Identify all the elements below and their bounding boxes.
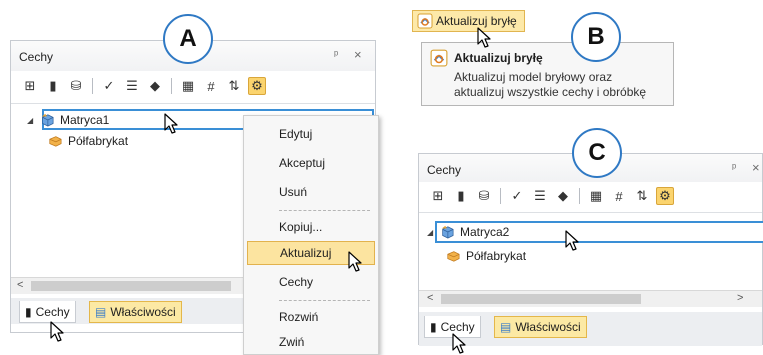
bar-icon[interactable]: ▮ xyxy=(44,77,62,95)
toolbar-divider xyxy=(500,188,501,204)
tab-properties[interactable]: ▤ Właściwości xyxy=(89,301,182,323)
tooltip-line: aktualizuj wszystkie cechy i obróbkę xyxy=(454,85,647,99)
context-menu: Edytuj Akceptuj Usuń Kopiuj... Aktualizu… xyxy=(243,115,379,355)
tab-label: Cechy xyxy=(35,304,70,319)
structure-icon[interactable]: ⊞ xyxy=(21,77,39,95)
toolbar: ⊞ ▮ ⛁ ✓ ☰ ◆ ▦ # ⇅ ⚙ xyxy=(419,183,762,209)
scroll-left-icon[interactable]: < xyxy=(17,279,23,291)
menu-item-edit[interactable]: Edytuj xyxy=(244,122,378,146)
menu-item-expand[interactable]: Rozwiń xyxy=(244,305,378,329)
close-icon[interactable]: × xyxy=(354,47,362,62)
blank-icon xyxy=(49,136,62,147)
blank-icon xyxy=(447,251,460,262)
check-icon[interactable]: ✓ xyxy=(100,77,118,95)
mouse-cursor-icon xyxy=(348,251,362,272)
features-tab-icon: ▮ xyxy=(25,304,32,319)
scroll-left-icon[interactable]: < xyxy=(427,292,433,304)
properties-tab-icon: ▤ xyxy=(95,305,107,319)
toolbar-divider xyxy=(171,78,172,94)
close-icon[interactable]: × xyxy=(752,160,760,175)
hash-icon[interactable]: # xyxy=(610,187,628,205)
check-icon[interactable]: ✓ xyxy=(508,187,526,205)
tree-node-label: Matryca2 xyxy=(460,225,510,239)
tree-node-label: Półfabrykat xyxy=(466,249,527,263)
button-label: Aktualizuj bryłę xyxy=(436,14,517,28)
layers-icon[interactable]: ▦ xyxy=(179,77,197,95)
scroll-right-icon[interactable]: > xyxy=(737,292,743,304)
menu-item-collapse[interactable]: Zwiń xyxy=(244,330,378,354)
tree-node-matryca2[interactable]: ◢ Matryca2 xyxy=(427,223,509,241)
toolbar-divider xyxy=(579,188,580,204)
scrollbar-thumb[interactable] xyxy=(441,294,641,304)
callout-label-c: C xyxy=(572,128,622,178)
tree-node-matryca1[interactable]: ◢ Matryca1 xyxy=(27,111,109,129)
features-panel-c: Cechy ᵖ × ⊞ ▮ ⛁ ✓ ☰ ◆ ▦ # ⇅ ⚙ ◢ Matryca2… xyxy=(418,153,763,346)
update-solid-icon xyxy=(430,49,448,67)
tree-node-label: Matryca1 xyxy=(60,113,110,127)
collapse-arrow-icon[interactable]: ◢ xyxy=(27,116,39,125)
cylinder-icon[interactable]: ⛁ xyxy=(67,77,85,95)
toolbar-divider xyxy=(92,78,93,94)
tree-node-label: Półfabrykat xyxy=(68,134,129,148)
tab-properties[interactable]: ▤ Właściwości xyxy=(494,316,587,338)
cylinder-icon[interactable]: ⛁ xyxy=(475,187,493,205)
tab-label: Właściwości xyxy=(515,320,581,334)
sort-icon[interactable]: ⇅ xyxy=(633,187,651,205)
callout-label-a: A xyxy=(163,14,213,64)
tab-label: Właściwości xyxy=(110,305,176,319)
menu-divider xyxy=(279,210,370,211)
tooltip-title: Aktualizuj bryłę xyxy=(454,51,543,65)
pin-icon[interactable]: ᵖ xyxy=(732,162,736,174)
pin-icon[interactable]: ᵖ xyxy=(334,49,338,61)
menu-item-accept[interactable]: Akceptuj xyxy=(244,151,378,175)
sort-icon[interactable]: ⇅ xyxy=(225,77,243,95)
update-solid-icon[interactable]: ⚙ xyxy=(248,77,266,95)
horizontal-scrollbar[interactable]: < > xyxy=(419,290,762,307)
tab-features[interactable]: ▮ Cechy xyxy=(19,301,76,323)
collapse-arrow-icon[interactable]: ◢ xyxy=(427,228,439,237)
diamond-icon[interactable]: ◆ xyxy=(554,187,572,205)
panel-title: Cechy xyxy=(427,163,462,177)
mouse-cursor-icon xyxy=(452,333,466,354)
menu-item-delete[interactable]: Usuń xyxy=(244,180,378,204)
menu-item-features[interactable]: Cechy xyxy=(244,270,378,294)
list-icon[interactable]: ☰ xyxy=(123,77,141,95)
callout-label-b: B xyxy=(571,12,621,62)
properties-tab-icon: ▤ xyxy=(500,320,512,334)
tooltip: Aktualizuj bryłę Aktualizuj model bryłow… xyxy=(421,42,674,106)
tree-node-polfabrykat[interactable]: Półfabrykat xyxy=(445,247,526,265)
menu-item-copy[interactable]: Kopiuj... xyxy=(244,215,378,239)
layers-icon[interactable]: ▦ xyxy=(587,187,605,205)
diamond-icon[interactable]: ◆ xyxy=(146,77,164,95)
update-solid-icon xyxy=(417,13,433,29)
panel-tabs: ▮ Cechy ▤ Właściwości xyxy=(419,312,762,346)
bar-icon[interactable]: ▮ xyxy=(452,187,470,205)
tooltip-line: Aktualizuj model bryłowy oraz xyxy=(454,70,613,84)
features-tab-icon: ▮ xyxy=(430,319,437,334)
tree-node-polfabrykat[interactable]: Półfabrykat xyxy=(47,132,128,150)
toolbar: ⊞ ▮ ⛁ ✓ ☰ ◆ ▦ # ⇅ ⚙ xyxy=(11,73,375,99)
menu-divider xyxy=(279,300,370,301)
mouse-cursor-icon xyxy=(50,321,64,342)
hash-icon[interactable]: # xyxy=(202,77,220,95)
feature-tree: ◢ Matryca2 Półfabrykat xyxy=(419,212,763,289)
list-icon[interactable]: ☰ xyxy=(531,187,549,205)
mouse-cursor-icon xyxy=(565,230,579,251)
update-solid-button[interactable]: Aktualizuj bryłę xyxy=(412,10,525,32)
solid-model-icon xyxy=(441,225,454,239)
mouse-cursor-icon xyxy=(164,113,178,134)
solid-model-icon xyxy=(41,113,54,127)
update-solid-icon[interactable]: ⚙ xyxy=(656,187,674,205)
scrollbar-thumb[interactable] xyxy=(31,281,231,291)
mouse-cursor-icon xyxy=(477,27,491,48)
structure-icon[interactable]: ⊞ xyxy=(429,187,447,205)
tab-label: Cechy xyxy=(440,319,475,334)
tooltip-description: Aktualizuj model bryłowy oraz aktualizuj… xyxy=(454,70,664,100)
panel-title: Cechy xyxy=(19,50,54,64)
